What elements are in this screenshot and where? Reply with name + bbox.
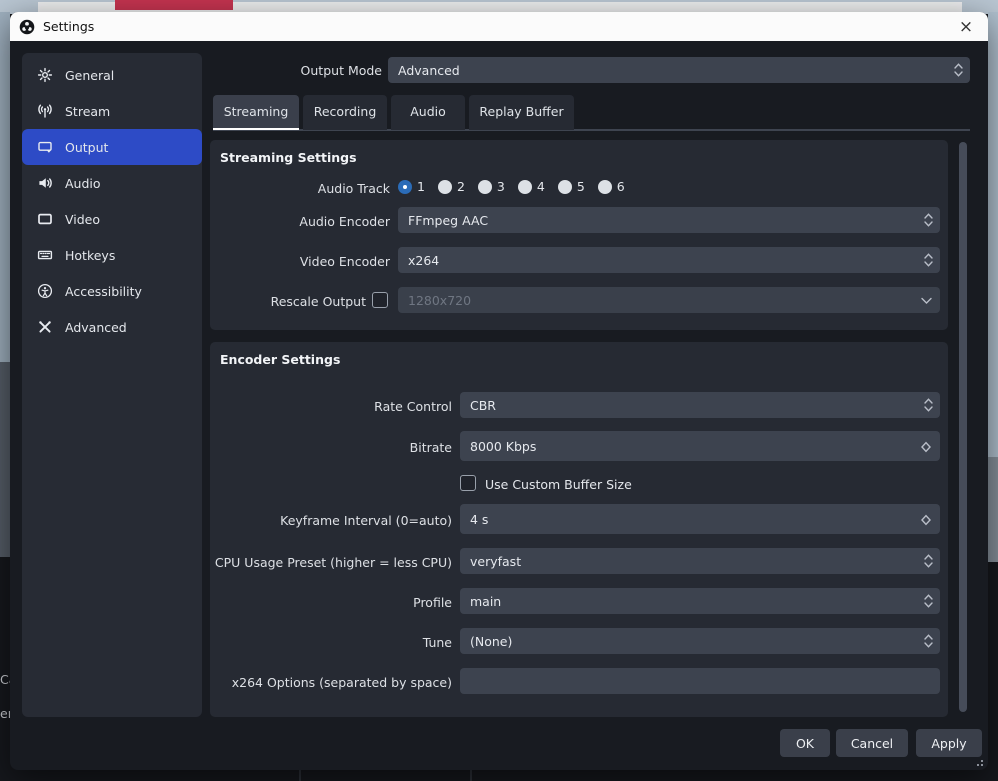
desktop-background-right xyxy=(988,12,998,457)
sidebar-item-label: General xyxy=(65,68,114,83)
x264-options-input[interactable] xyxy=(460,668,940,694)
desktop-background-left-mid xyxy=(0,362,10,557)
sidebar-item-accessibility[interactable]: Accessibility xyxy=(22,273,202,309)
obs-logo-icon xyxy=(19,19,35,35)
keyboard-icon xyxy=(37,247,53,263)
close-icon[interactable]: × xyxy=(953,14,979,40)
monitor-icon xyxy=(37,211,53,227)
sidebar-item-label: Audio xyxy=(65,176,101,191)
output-icon xyxy=(37,139,53,155)
content-scrollbar[interactable] xyxy=(958,140,968,717)
cpu-usage-preset-label: CPU Usage Preset (higher = less CPU) xyxy=(210,555,452,570)
tab-streaming[interactable]: Streaming xyxy=(213,95,299,130)
chevron-updown-icon[interactable] xyxy=(924,253,933,267)
chevron-updown-icon[interactable] xyxy=(924,213,933,227)
keyframe-interval-spinner[interactable]: 4 s xyxy=(460,504,940,534)
rate-control-select[interactable]: CBR xyxy=(460,392,940,418)
resize-grip[interactable] xyxy=(973,756,983,766)
title-bar[interactable]: Settings × xyxy=(10,12,988,41)
chevron-updown-icon[interactable] xyxy=(924,554,933,568)
rescale-output-checkbox[interactable] xyxy=(372,292,388,308)
background-divider xyxy=(299,770,301,781)
sidebar-item-label: Video xyxy=(65,212,100,227)
use-custom-buffer-checkbox[interactable] xyxy=(460,475,476,491)
sidebar-item-label: Advanced xyxy=(65,320,127,335)
encoder-settings-panel: Encoder Settings Rate Control CBR Bitrat… xyxy=(210,342,948,717)
sidebar-item-stream[interactable]: Stream xyxy=(22,93,202,129)
speaker-icon xyxy=(37,175,53,191)
cpu-usage-preset-select[interactable]: veryfast xyxy=(460,548,940,574)
audio-track-group: 1 2 3 4 5 6 xyxy=(398,179,625,194)
tune-label: Tune xyxy=(210,635,452,650)
accessibility-icon xyxy=(37,283,53,299)
use-custom-buffer-label: Use Custom Buffer Size xyxy=(485,477,632,492)
audio-track-radio-4[interactable] xyxy=(518,180,532,194)
bitrate-spinner[interactable]: 8000 Kbps xyxy=(460,431,940,461)
output-mode-value: Advanced xyxy=(398,63,460,78)
audio-encoder-select[interactable]: FFmpeg AAC xyxy=(398,207,940,233)
sidebar-item-label: Hotkeys xyxy=(65,248,115,263)
panel-title: Encoder Settings xyxy=(220,352,340,367)
rescale-output-label: Rescale Output xyxy=(210,294,366,309)
sidebar-item-output[interactable]: Output xyxy=(22,129,202,165)
window-title: Settings xyxy=(43,19,94,34)
chevron-updown-icon[interactable] xyxy=(924,594,933,608)
audio-track-radio-6[interactable] xyxy=(598,180,612,194)
audio-track-radio-1[interactable] xyxy=(398,180,412,194)
profile-select[interactable]: main xyxy=(460,588,940,614)
rate-control-label: Rate Control xyxy=(210,399,452,414)
chevron-updown-icon[interactable] xyxy=(924,398,933,412)
tab-replay-buffer[interactable]: Replay Buffer xyxy=(469,95,574,130)
x264-options-label: x264 Options (separated by space) xyxy=(210,675,452,690)
output-mode-select[interactable]: Advanced xyxy=(388,57,970,83)
sidebar-item-audio[interactable]: Audio xyxy=(22,165,202,201)
audio-track-radio-2[interactable] xyxy=(438,180,452,194)
chevron-down-icon[interactable] xyxy=(921,514,931,529)
profile-label: Profile xyxy=(210,595,452,610)
sidebar-item-label: Stream xyxy=(65,104,110,119)
apply-button[interactable]: Apply xyxy=(916,729,982,757)
sidebar-item-general[interactable]: General xyxy=(22,57,202,93)
settings-sidebar: General Stream Output Audio xyxy=(22,53,202,717)
video-encoder-select[interactable]: x264 xyxy=(398,247,940,273)
chevron-updown-icon[interactable] xyxy=(954,63,963,77)
output-mode-label: Output Mode xyxy=(252,63,382,78)
chevron-down-icon[interactable] xyxy=(921,293,932,308)
keyframe-interval-label: Keyframe Interval (0=auto) xyxy=(210,513,452,528)
tab-audio[interactable]: Audio xyxy=(391,95,465,130)
tab-recording[interactable]: Recording xyxy=(303,95,387,130)
bitrate-label: Bitrate xyxy=(210,440,452,455)
gear-icon xyxy=(37,67,53,83)
sidebar-item-label: Output xyxy=(65,140,108,155)
scrollbar-thumb[interactable] xyxy=(959,142,967,712)
audio-track-radio-3[interactable] xyxy=(478,180,492,194)
background-divider xyxy=(470,770,472,781)
chevron-updown-icon[interactable] xyxy=(924,634,933,648)
audio-track-label: Audio Track xyxy=(210,181,390,196)
audio-encoder-label: Audio Encoder xyxy=(210,214,390,229)
background-red-bar xyxy=(115,0,233,10)
tools-icon xyxy=(37,319,53,335)
desktop-background-right-mid xyxy=(988,457,998,562)
broadcast-icon xyxy=(37,103,53,119)
sidebar-item-hotkeys[interactable]: Hotkeys xyxy=(22,237,202,273)
panel-title: Streaming Settings xyxy=(220,150,357,165)
sidebar-item-label: Accessibility xyxy=(65,284,142,299)
audio-track-radio-5[interactable] xyxy=(558,180,572,194)
desktop-background-left xyxy=(0,12,10,362)
chevron-down-icon[interactable] xyxy=(921,441,931,456)
cancel-button[interactable]: Cancel xyxy=(836,729,908,757)
ok-button[interactable]: OK xyxy=(780,729,830,757)
sidebar-item-advanced[interactable]: Advanced xyxy=(22,309,202,345)
video-encoder-label: Video Encoder xyxy=(210,254,390,269)
rescale-output-select[interactable]: 1280x720 xyxy=(398,287,940,313)
sidebar-item-video[interactable]: Video xyxy=(22,201,202,237)
settings-window: Settings × General Stream Out xyxy=(10,12,988,770)
streaming-settings-panel: Streaming Settings Audio Track 1 2 3 4 5… xyxy=(210,140,948,330)
tune-select[interactable]: (None) xyxy=(460,628,940,654)
